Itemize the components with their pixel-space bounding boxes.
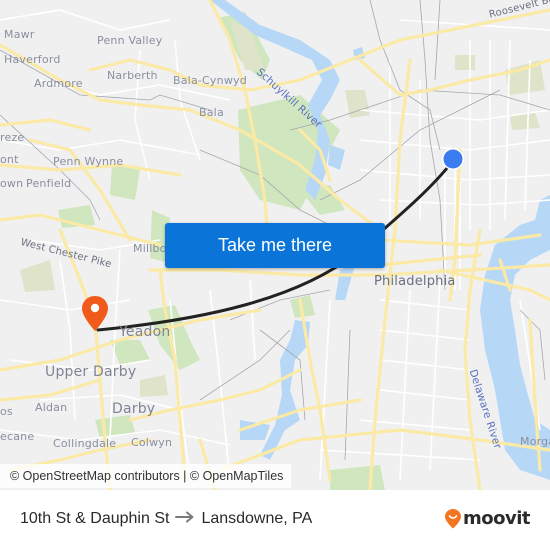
place-label-upper-darby: Upper Darby bbox=[45, 364, 137, 380]
place-label-bala-cynwyd: Bala-Cynwyd bbox=[173, 74, 247, 87]
map-view[interactable]: Mawr Penn Valley Haverford Narberth Bala-Cyn… bbox=[0, 0, 550, 490]
place-label-belmont: ont bbox=[0, 153, 19, 166]
place-label-yeadon: Yeadon bbox=[119, 324, 171, 340]
place-label-collingdale: Collingdale bbox=[53, 437, 117, 450]
take-me-there-label: Take me there bbox=[217, 235, 333, 255]
place-label-penn-valley: Penn Valley bbox=[97, 34, 163, 47]
place-label-penfield: Penfield bbox=[26, 177, 72, 190]
place-label-bala: Bala bbox=[199, 106, 224, 119]
moovit-pin-icon bbox=[445, 508, 461, 528]
place-label-wynnewood: reze bbox=[0, 131, 25, 144]
place-label-darby: Darby bbox=[112, 401, 156, 417]
origin-marker[interactable] bbox=[441, 147, 465, 171]
moovit-wordmark: moovit bbox=[463, 508, 531, 529]
place-label-clifton: os bbox=[0, 405, 13, 418]
place-label-philadelphia: Philadelphia bbox=[374, 274, 456, 289]
attribution-text: © OpenStreetMap contributors | © OpenMap… bbox=[10, 469, 284, 483]
footer-bar: 10th St & Dauphin St Lansdowne, PA moovi… bbox=[0, 490, 550, 550]
place-label-colwyn: Colwyn bbox=[131, 436, 173, 449]
place-label-penn-wynne: Penn Wynne bbox=[53, 155, 124, 168]
take-me-there-button[interactable]: Take me there bbox=[165, 223, 385, 268]
destination-marker-pin-icon[interactable] bbox=[82, 296, 108, 332]
place-label-town: own bbox=[0, 177, 24, 190]
place-label-morgan: Morga bbox=[520, 435, 550, 448]
map-attribution[interactable]: © OpenStreetMap contributors | © OpenMap… bbox=[0, 464, 292, 488]
arrow-right-icon bbox=[175, 510, 195, 528]
place-label-glenolden: ecane bbox=[0, 430, 35, 443]
place-label-ardmore: Ardmore bbox=[34, 77, 83, 90]
route-summary: 10th St & Dauphin St Lansdowne, PA bbox=[20, 510, 312, 528]
moovit-logo[interactable]: moovit bbox=[445, 508, 531, 529]
place-label-narberth: Narberth bbox=[107, 69, 158, 82]
place-label-millbourne: Millbo bbox=[133, 242, 167, 255]
origin-name: 10th St & Dauphin St bbox=[20, 510, 170, 527]
place-label-bryn-mawr: Mawr bbox=[4, 28, 35, 41]
destination-name: Lansdowne, PA bbox=[201, 510, 313, 527]
place-label-aldan: Aldan bbox=[35, 401, 68, 414]
place-label-haverford: Haverford bbox=[4, 53, 61, 66]
